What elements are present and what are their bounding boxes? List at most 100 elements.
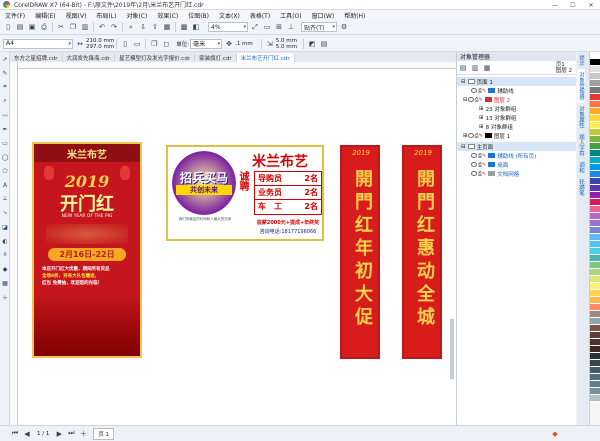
tree-row-page[interactable]: ⊟ 页面 1	[457, 77, 576, 86]
palette-swatch[interactable]	[590, 122, 600, 129]
current-page-icon[interactable]: ◻	[161, 39, 171, 49]
palette-swatch[interactable]	[590, 52, 600, 59]
palette-swatch[interactable]	[590, 255, 600, 262]
tree-row[interactable]: ⊞ 23 对象群组	[457, 104, 576, 113]
palette-swatch[interactable]	[590, 66, 600, 73]
drawing-canvas[interactable]: 米兰布艺 2019 开门红 NEW YEAR OF THE PIG 2月16日-…	[18, 69, 456, 425]
menu-effects[interactable]: 效果(C)	[152, 11, 183, 20]
docker-tab-outline-pen[interactable]: 轮廓笔	[577, 176, 585, 199]
lock-icon[interactable]: ✎	[482, 153, 486, 159]
tab-doc-1[interactable]: 东方之星招牌.cdr	[10, 53, 63, 62]
palette-swatch[interactable]	[590, 388, 600, 395]
palette-swatch[interactable]	[590, 164, 600, 171]
export-icon[interactable]: ⇧	[150, 22, 160, 32]
search-content-icon[interactable]: ⌕	[126, 22, 136, 32]
palette-swatch[interactable]	[590, 367, 600, 374]
crop-tool-icon[interactable]: ⌗	[0, 80, 10, 94]
smart-fill-icon[interactable]: ▦	[0, 276, 10, 290]
units-select[interactable]: 毫米 ▾	[190, 38, 223, 49]
docker-tab-hints[interactable]: 提示	[577, 52, 585, 69]
tree-row[interactable]: ⊞ 8 对象群组	[457, 122, 576, 131]
palette-swatch[interactable]	[590, 157, 600, 164]
couplet-right[interactable]: 2019 開門红惠动全城	[402, 145, 442, 359]
collapse-icon[interactable]: ⊟	[461, 144, 466, 150]
print-icon[interactable]: ⎙	[39, 22, 49, 32]
dup-y-field[interactable]: 5.0 mm	[276, 44, 297, 50]
lock-icon[interactable]: ✎	[482, 88, 486, 94]
first-page-icon[interactable]: ⏮	[10, 429, 20, 439]
expand-icon[interactable]: ⊞	[463, 133, 468, 139]
docker-tab-object-properties[interactable]: 对象属性	[577, 103, 585, 131]
redo-icon[interactable]: ↷	[109, 22, 119, 32]
expand-icon[interactable]: ⊞	[479, 124, 484, 130]
tab-doc-5[interactable]: 米兰布艺开门红.cdr	[236, 53, 295, 62]
palette-swatch[interactable]	[590, 318, 600, 325]
palette-swatch[interactable]	[590, 220, 600, 227]
page-tab[interactable]: 页 1	[93, 427, 115, 440]
new-document-icon[interactable]: ▯	[3, 22, 13, 32]
horizontal-ruler[interactable]	[18, 62, 456, 69]
palette-swatch[interactable]	[590, 87, 600, 94]
menu-help[interactable]: 帮助(H)	[339, 11, 370, 20]
add-page-icon[interactable]: ＋	[78, 429, 88, 439]
palette-swatch[interactable]	[590, 346, 600, 353]
menu-object[interactable]: 对象(C)	[121, 11, 152, 20]
palette-swatch[interactable]	[590, 101, 600, 108]
palette-swatch[interactable]	[590, 290, 600, 297]
palette-swatch[interactable]	[590, 108, 600, 115]
tree-row[interactable]: ⊟ ⎙ ✎ 图层 2	[457, 95, 576, 104]
docker-tab-object-manager[interactable]: 对象管理器	[577, 69, 585, 103]
artistic-media-icon[interactable]: ✒	[0, 122, 10, 136]
app-launcher-icon[interactable]: ▩	[179, 22, 189, 32]
rectangle-tool-icon[interactable]: ▭	[0, 136, 10, 150]
page-size-select[interactable]: A4 ▾	[3, 38, 73, 49]
palette-swatch[interactable]	[590, 213, 600, 220]
page-height-field[interactable]: 297.0 mm	[86, 44, 114, 50]
palette-swatch[interactable]	[590, 311, 600, 318]
palette-swatch[interactable]	[590, 129, 600, 136]
edit-across-layers-icon[interactable]: ▥	[470, 63, 480, 73]
tree-row[interactable]: ⎙ ✎ 文档网格	[457, 169, 576, 178]
zoom-tool-icon[interactable]: ⌕	[0, 94, 10, 108]
menu-edit[interactable]: 编辑(E)	[30, 11, 60, 20]
palette-swatch[interactable]	[590, 395, 600, 402]
open-icon[interactable]: ▤	[15, 22, 25, 32]
tree-row[interactable]: ⎙ ✎ 辅助线 (所有页)	[457, 151, 576, 160]
palette-swatch[interactable]	[590, 143, 600, 150]
palette-swatch[interactable]	[590, 297, 600, 304]
add-tool-icon[interactable]: ＋	[0, 290, 10, 304]
page-options-icon[interactable]: ▤	[319, 39, 329, 49]
options-gear-icon[interactable]: ⚙	[339, 22, 349, 32]
tree-row[interactable]: ⊞ ⎙ ✎ 图层 1	[457, 131, 576, 140]
treat-as-filled-icon[interactable]: ◩	[307, 39, 317, 49]
grid-icon[interactable]: ⊞	[274, 22, 284, 32]
nudge-field[interactable]: .1 mm	[235, 41, 253, 47]
palette-swatch[interactable]	[590, 227, 600, 234]
palette-swatch[interactable]	[590, 374, 600, 381]
lock-icon[interactable]: ✎	[479, 97, 483, 103]
undo-icon[interactable]: ↶	[97, 22, 107, 32]
layer-manager-icon[interactable]: ▦	[482, 63, 492, 73]
collapse-icon[interactable]: ⊟	[463, 97, 468, 103]
palette-swatch[interactable]	[590, 325, 600, 332]
menu-table[interactable]: 表格(T)	[245, 11, 275, 20]
tab-doc-3[interactable]: 星艺模型灯及发光字报价.cdr	[115, 53, 196, 62]
menu-tools[interactable]: 工具(O)	[275, 11, 306, 20]
palette-swatch[interactable]	[590, 59, 600, 66]
docker-tab-insert-character[interactable]: 插入字符	[577, 131, 585, 159]
palette-swatch[interactable]	[590, 262, 600, 269]
tree-row-master[interactable]: ⊟ 主页面	[457, 142, 576, 151]
tree-row[interactable]: ⊞ 13 对象群组	[457, 113, 576, 122]
interactive-fill-icon[interactable]: ◆	[0, 262, 10, 276]
tab-doc-2[interactable]: 大润发先锋海.cdr	[63, 53, 116, 62]
last-page-icon[interactable]: ⏭	[66, 429, 76, 439]
landscape-icon[interactable]: ▭	[132, 39, 142, 49]
pick-tool-icon[interactable]: ➚	[0, 52, 10, 66]
palette-swatch[interactable]	[590, 185, 600, 192]
menu-view[interactable]: 视图(V)	[61, 11, 92, 20]
vertical-scrollbar[interactable]	[450, 319, 454, 379]
visible-icon[interactable]	[471, 171, 477, 176]
visible-icon[interactable]	[471, 153, 477, 158]
snap-to-select[interactable]: 贴齐(T) ▾	[301, 22, 337, 32]
close-button[interactable]: ✕	[582, 0, 600, 10]
